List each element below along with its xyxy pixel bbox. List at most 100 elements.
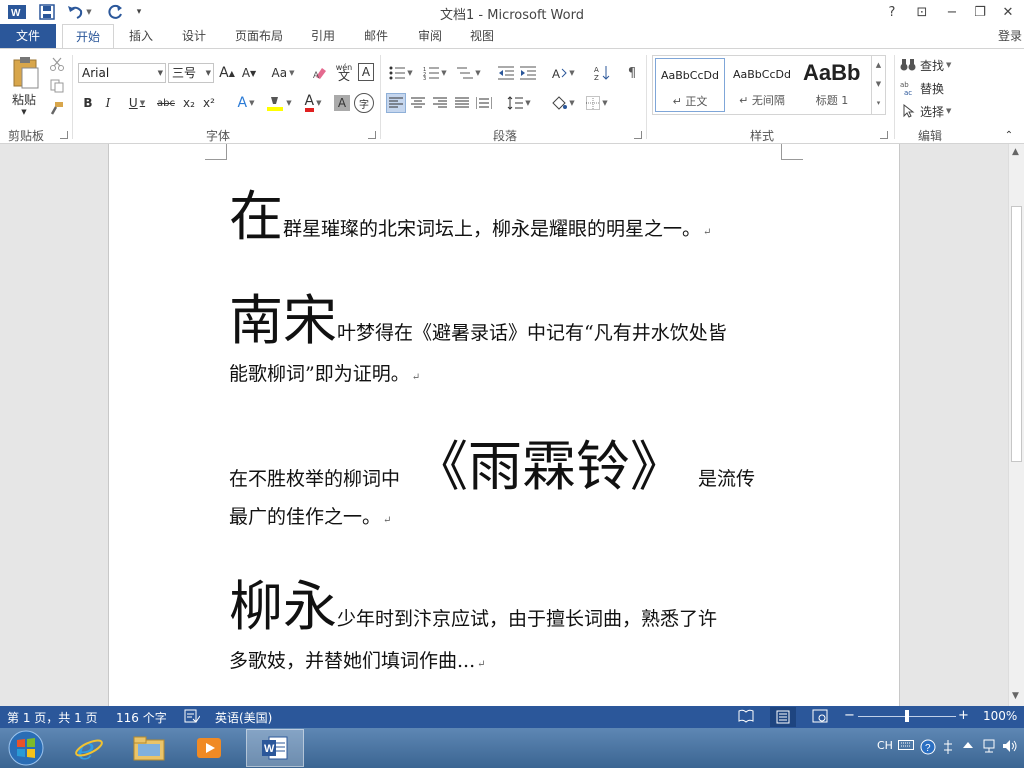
internet-explorer-icon[interactable]: e (60, 729, 118, 767)
find-button[interactable]: 查找 ▼ (900, 55, 964, 75)
print-layout-icon[interactable] (770, 707, 796, 727)
paragraph-shading-button[interactable]: ▼ (548, 93, 578, 113)
ribbon-display-options-button[interactable]: ⊡ (908, 2, 936, 22)
tab-references[interactable]: 引用 (302, 24, 344, 48)
word-count[interactable]: 116 个字 (116, 709, 167, 726)
tray-settings-icon[interactable] (942, 739, 954, 758)
style-no-spacing[interactable]: AaBbCcDd ↵ 无间隔 (727, 58, 797, 112)
tab-view[interactable]: 视图 (460, 24, 504, 48)
close-button[interactable]: ✕ (994, 2, 1022, 22)
show-formatting-marks-icon[interactable]: ¶ (622, 63, 642, 83)
highlight-button[interactable]: ▼ (264, 93, 294, 113)
bold-button[interactable]: B (80, 93, 96, 113)
start-button[interactable] (0, 729, 52, 767)
redo-icon[interactable] (104, 2, 128, 22)
subscript-button[interactable]: x₂ (180, 93, 198, 113)
media-player-icon[interactable] (180, 729, 238, 767)
styles-scroll[interactable]: ▲ ▼ ▾ (871, 56, 885, 114)
login-link[interactable]: 登录 (998, 24, 1022, 48)
scroll-up-arrow-icon[interactable]: ▲ (1012, 147, 1019, 157)
character-shading-button[interactable]: A (334, 95, 350, 111)
cut-icon[interactable] (48, 55, 66, 73)
tab-home[interactable]: 开始 (62, 24, 114, 49)
copy-icon[interactable] (48, 77, 66, 95)
paragraph-dialog-launcher-icon[interactable] (634, 131, 642, 139)
language-indicator[interactable]: 英语(美国) (215, 709, 272, 726)
underline-button[interactable]: U ▼ (122, 93, 152, 113)
line-spacing-button[interactable]: ▼ (504, 93, 534, 113)
multilevel-list-button[interactable]: ▼ (454, 63, 484, 83)
tab-review[interactable]: 审阅 (408, 24, 452, 48)
align-center-icon[interactable] (408, 93, 428, 113)
style-heading-1[interactable]: AaBb 标题 1 (799, 58, 865, 112)
styles-dialog-launcher-icon[interactable] (880, 131, 888, 139)
align-right-icon[interactable] (430, 93, 450, 113)
restore-button[interactable]: ❐ (966, 2, 994, 22)
help-button[interactable]: ? (878, 2, 906, 22)
increase-indent-icon[interactable] (518, 63, 538, 83)
vertical-scrollbar[interactable]: ▲ ▼ (1008, 144, 1024, 706)
justify-icon[interactable] (452, 93, 472, 113)
distributed-icon[interactable] (474, 93, 494, 113)
bullets-button[interactable]: ▼ (386, 63, 416, 83)
save-icon[interactable] (36, 2, 58, 22)
scrollbar-thumb[interactable] (1011, 206, 1022, 462)
undo-icon[interactable]: ▼ (64, 2, 94, 22)
numbering-button[interactable]: 1 2 3 ▼ (420, 63, 450, 83)
scroll-down-arrow-icon[interactable]: ▼ (1012, 691, 1019, 701)
show-hidden-icons-icon[interactable] (962, 739, 974, 754)
format-painter-icon[interactable] (48, 99, 66, 117)
input-language-indicator[interactable]: CH (877, 739, 893, 752)
style-normal[interactable]: AaBbCcDd ↵ 正文 (655, 58, 725, 112)
page-count[interactable]: 第 1 页，共 1 页 (7, 709, 98, 726)
select-button[interactable]: 选择 ▼ (900, 101, 964, 121)
clear-formatting-icon[interactable]: A (310, 63, 330, 83)
tab-mailings[interactable]: 邮件 (354, 24, 398, 48)
keyboard-icon[interactable] (898, 739, 914, 754)
paste-icon[interactable] (8, 55, 42, 91)
chinese-layout-button[interactable]: A ▼ (548, 63, 578, 83)
zoom-level[interactable]: 100% (983, 709, 1017, 723)
paste-dropdown-icon[interactable]: ▼ (18, 107, 30, 117)
zoom-out-button[interactable]: − (844, 709, 855, 723)
web-layout-icon[interactable] (812, 709, 828, 726)
proofing-icon[interactable] (184, 709, 201, 726)
document-page[interactable]: 在群星璀璨的北宋词坛上，柳永是耀眼的明星之一。 ↵ 南宋叶梦得在《避暑录话》中记有… (108, 144, 900, 706)
collapse-ribbon-icon[interactable]: ⌃ (1002, 129, 1016, 141)
change-case-button[interactable]: Aa ▼ (268, 63, 298, 83)
more-styles-icon[interactable]: ▾ (872, 94, 885, 113)
grow-font-button[interactable]: A ▲ (218, 63, 236, 83)
word-taskbar-button[interactable]: W (246, 729, 304, 767)
word-app-icon[interactable]: W (6, 2, 28, 22)
zoom-slider-thumb[interactable] (905, 710, 909, 722)
network-icon[interactable] (982, 739, 996, 756)
volume-icon[interactable] (1002, 739, 1018, 756)
file-explorer-icon[interactable] (120, 729, 178, 767)
decrease-indent-icon[interactable] (496, 63, 516, 83)
enclose-characters-button[interactable]: 字 (354, 93, 374, 113)
read-mode-icon[interactable] (738, 709, 754, 726)
align-left-icon[interactable] (386, 93, 406, 113)
font-dialog-launcher-icon[interactable] (368, 131, 376, 139)
font-name-combobox[interactable]: Arial ▼ (78, 63, 166, 83)
chevron-down-icon[interactable]: ▼ (872, 75, 885, 94)
tab-design[interactable]: 设计 (172, 24, 216, 48)
phonetic-guide-button[interactable]: wén 文 (334, 61, 354, 83)
font-color-button[interactable]: A ▼ (298, 93, 328, 113)
italic-button[interactable]: I (100, 93, 116, 113)
clipboard-dialog-launcher-icon[interactable] (60, 131, 68, 139)
chevron-up-icon[interactable]: ▲ (872, 56, 885, 75)
tab-page-layout[interactable]: 页面布局 (226, 24, 292, 48)
help-icon[interactable]: ? (920, 739, 936, 758)
font-size-combobox[interactable]: 三号 ▼ (168, 63, 214, 83)
text-effects-button[interactable]: A ▼ (232, 93, 260, 113)
zoom-in-button[interactable]: + (958, 709, 969, 723)
sort-icon[interactable]: AZ (592, 63, 612, 83)
replace-button[interactable]: ab ac 替换 (900, 78, 964, 98)
paste-button[interactable]: 粘贴 (6, 91, 42, 107)
shrink-font-button[interactable]: A ▼ (240, 63, 258, 83)
minimize-button[interactable]: − (938, 2, 966, 22)
character-border-button[interactable]: A (358, 63, 374, 81)
tab-file[interactable]: 文件 (0, 24, 56, 48)
tab-insert[interactable]: 插入 (120, 24, 162, 48)
